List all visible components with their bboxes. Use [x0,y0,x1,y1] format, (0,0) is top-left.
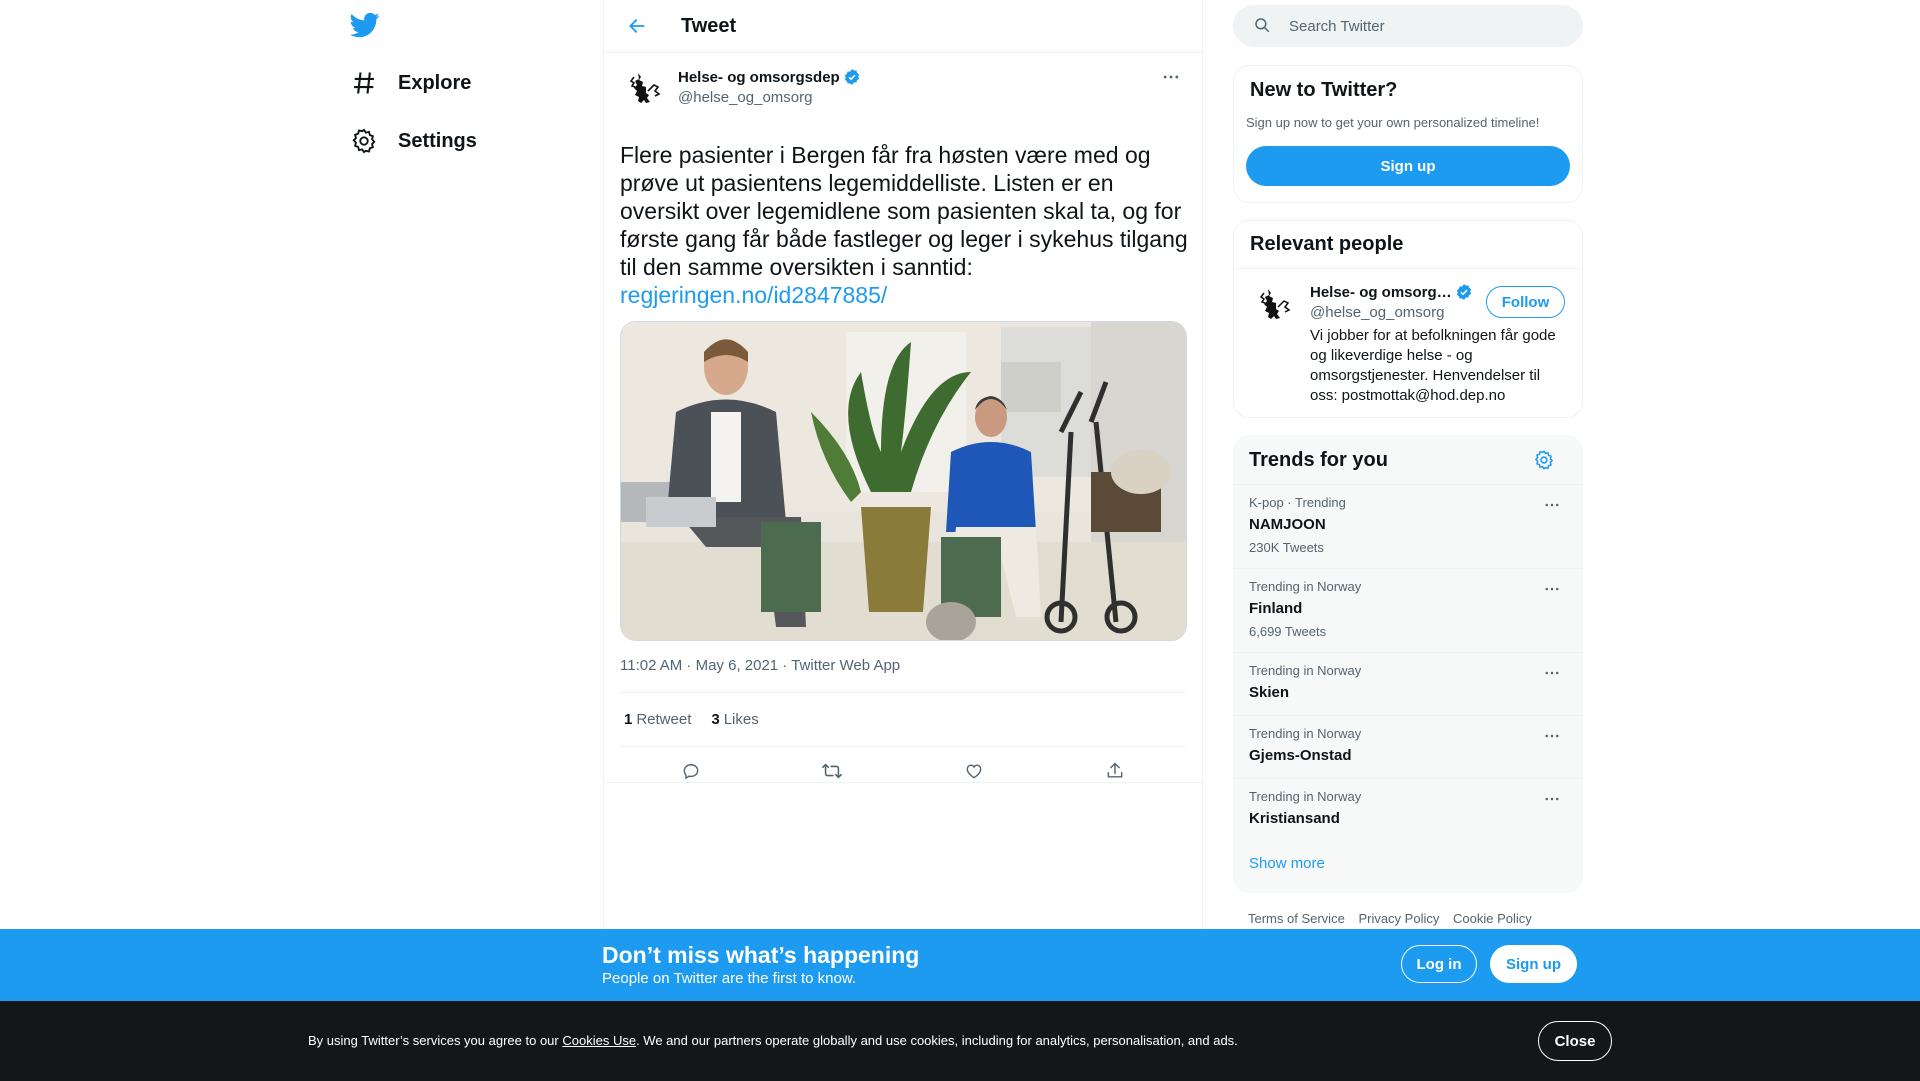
twitter-bird-icon[interactable] [349,10,382,42]
likes-count: 3 [711,711,720,728]
tweet-photo[interactable] [620,321,1187,641]
more-options-icon[interactable] [1543,580,1563,596]
new-to-twitter-subtitle: Sign up now to get your own personalized… [1246,115,1540,130]
likes-stat[interactable]: 3 Likes [711,711,758,728]
author-handle[interactable]: @helse_og_omsorg [678,89,1156,106]
show-more-link[interactable]: Show more [1249,855,1325,872]
arrow-left-icon[interactable] [620,9,654,43]
nav-label-explore: Explore [398,71,472,94]
divider [604,782,1202,783]
search-icon [1253,16,1273,36]
banner-signup-button[interactable]: Sign up [1490,945,1577,983]
cookie-text-before: By using Twitter’s services you agree to… [308,1033,563,1048]
tweet-actions [620,747,1186,795]
more-options-icon[interactable] [1156,62,1186,92]
trend-item[interactable]: Trending in Norway Kristiansand [1233,778,1583,841]
more-options-icon[interactable] [1543,496,1563,512]
trend-item[interactable]: K-pop · Trending NAMJOON 230K Tweets [1233,484,1583,568]
cookie-bar: By using Twitter’s services you agree to… [0,1001,1920,1081]
tweet-body: Flere pasienter i Bergen får fra høsten … [620,142,1188,280]
trends-card: Trends for you K-pop · Trending NAMJOON … [1233,435,1583,893]
trend-context: Trending in Norway [1249,789,1362,804]
relevant-people-title: Relevant people [1250,233,1404,255]
person-handle[interactable]: @helse_og_omsorg [1310,304,1444,321]
main-column: Tweet Helse- og omsorgsdep @helse_og_oms… [603,0,1203,1081]
nav-item-explore[interactable]: Explore [350,58,471,108]
retweets-count: 1 [624,711,633,728]
trend-context: Trending in Norway [1249,663,1362,678]
verified-badge-icon [843,68,861,86]
avatar[interactable] [1253,283,1293,329]
trend-context: Trending in Norway [1249,726,1362,741]
banner-title: Don’t miss what’s happening [602,942,920,968]
privacy-link[interactable]: Privacy Policy [1358,911,1439,926]
trend-context: K-pop · Trending [1249,495,1346,510]
tweet-author-row: Helse- og omsorgsdep @helse_og_omsorg [620,65,1186,121]
hashtag-icon [350,69,378,97]
retweets-stat[interactable]: 1 Retweet [624,711,691,728]
person-name-row[interactable]: Helse- og omsorg… [1310,283,1473,301]
trend-name: Gjems-Onstad [1249,747,1352,764]
verified-badge-icon [1455,283,1473,301]
tweet-author-info: Helse- og omsorgsdep @helse_og_omsorg [678,65,1156,106]
page-title: Tweet [681,14,737,37]
new-to-twitter-title: New to Twitter? [1250,79,1398,101]
new-to-twitter-card: New to Twitter? Sign up now to get your … [1233,65,1583,203]
trend-count: 6,699 Tweets [1249,624,1327,639]
tweet: Helse- og omsorgsdep @helse_og_omsorg Fl… [604,53,1202,795]
nav-label-settings: Settings [398,129,477,152]
main-header: Tweet [604,0,1202,53]
gear-icon[interactable] [1533,449,1555,471]
trend-context: Trending in Norway [1249,579,1362,594]
cookie-policy-link[interactable]: Cookie Policy [1453,911,1532,926]
person-name: Helse- og omsorg… [1310,283,1452,301]
tweet-text: Flere pasienter i Bergen får fra høsten … [620,141,1188,309]
author-name-row[interactable]: Helse- og omsorgsdep [678,68,1156,86]
cookies-use-link[interactable]: Cookies Use [562,1033,636,1048]
gear-icon [350,127,378,155]
trend-name: Finland [1249,600,1303,617]
follow-button[interactable]: Follow [1486,286,1565,318]
more-options-icon[interactable] [1543,664,1563,680]
nav-item-settings[interactable]: Settings [350,116,477,166]
trend-item[interactable]: Trending in Norway Skien [1233,652,1583,715]
close-button[interactable]: Close [1538,1021,1612,1061]
trends-title: Trends for you [1249,449,1388,471]
more-options-icon[interactable] [1543,727,1563,743]
retweets-label: Retweet [636,711,692,728]
banner-subtitle: People on Twitter are the first to know. [602,970,857,987]
cookie-text-after: . We and our partners operate globally a… [636,1033,1238,1048]
author-name: Helse- og omsorgsdep [678,68,840,86]
trend-name: NAMJOON [1249,516,1326,533]
trend-name: Kristiansand [1249,810,1340,827]
trend-item[interactable]: Trending in Norway Gjems-Onstad [1233,715,1583,778]
person-bio: Vi jobber for at befolkningen får gode o… [1310,327,1556,404]
trend-name: Skien [1249,684,1290,701]
divider [1234,268,1582,269]
signup-banner: Don’t miss what’s happening People on Tw… [0,929,1920,1001]
avatar[interactable] [620,67,666,113]
trend-item[interactable]: Trending in Norway Finland 6,699 Tweets [1233,568,1583,652]
tweet-stats: 1 Retweet 3 Likes [620,693,1186,747]
terms-link[interactable]: Terms of Service [1248,911,1345,926]
footer-links: Terms of Service Privacy Policy Cookie P… [1248,911,1542,926]
search-input[interactable] [1289,17,1549,35]
trend-count: 230K Tweets [1249,540,1324,555]
tweet-link[interactable]: regjeringen.no/id2847885/ [620,282,887,308]
login-button[interactable]: Log in [1401,945,1477,983]
cookie-text: By using Twitter’s services you agree to… [308,1033,1238,1048]
more-options-icon[interactable] [1543,790,1563,806]
relevant-people-card: Relevant people Helse- og omsorg… @helse… [1233,220,1583,418]
likes-label: Likes [723,711,759,728]
search-box[interactable] [1233,5,1583,47]
signup-button[interactable]: Sign up [1246,146,1570,186]
tweet-timestamp[interactable]: 11:02 AM · May 6, 2021 · Twitter Web App [620,657,1186,693]
